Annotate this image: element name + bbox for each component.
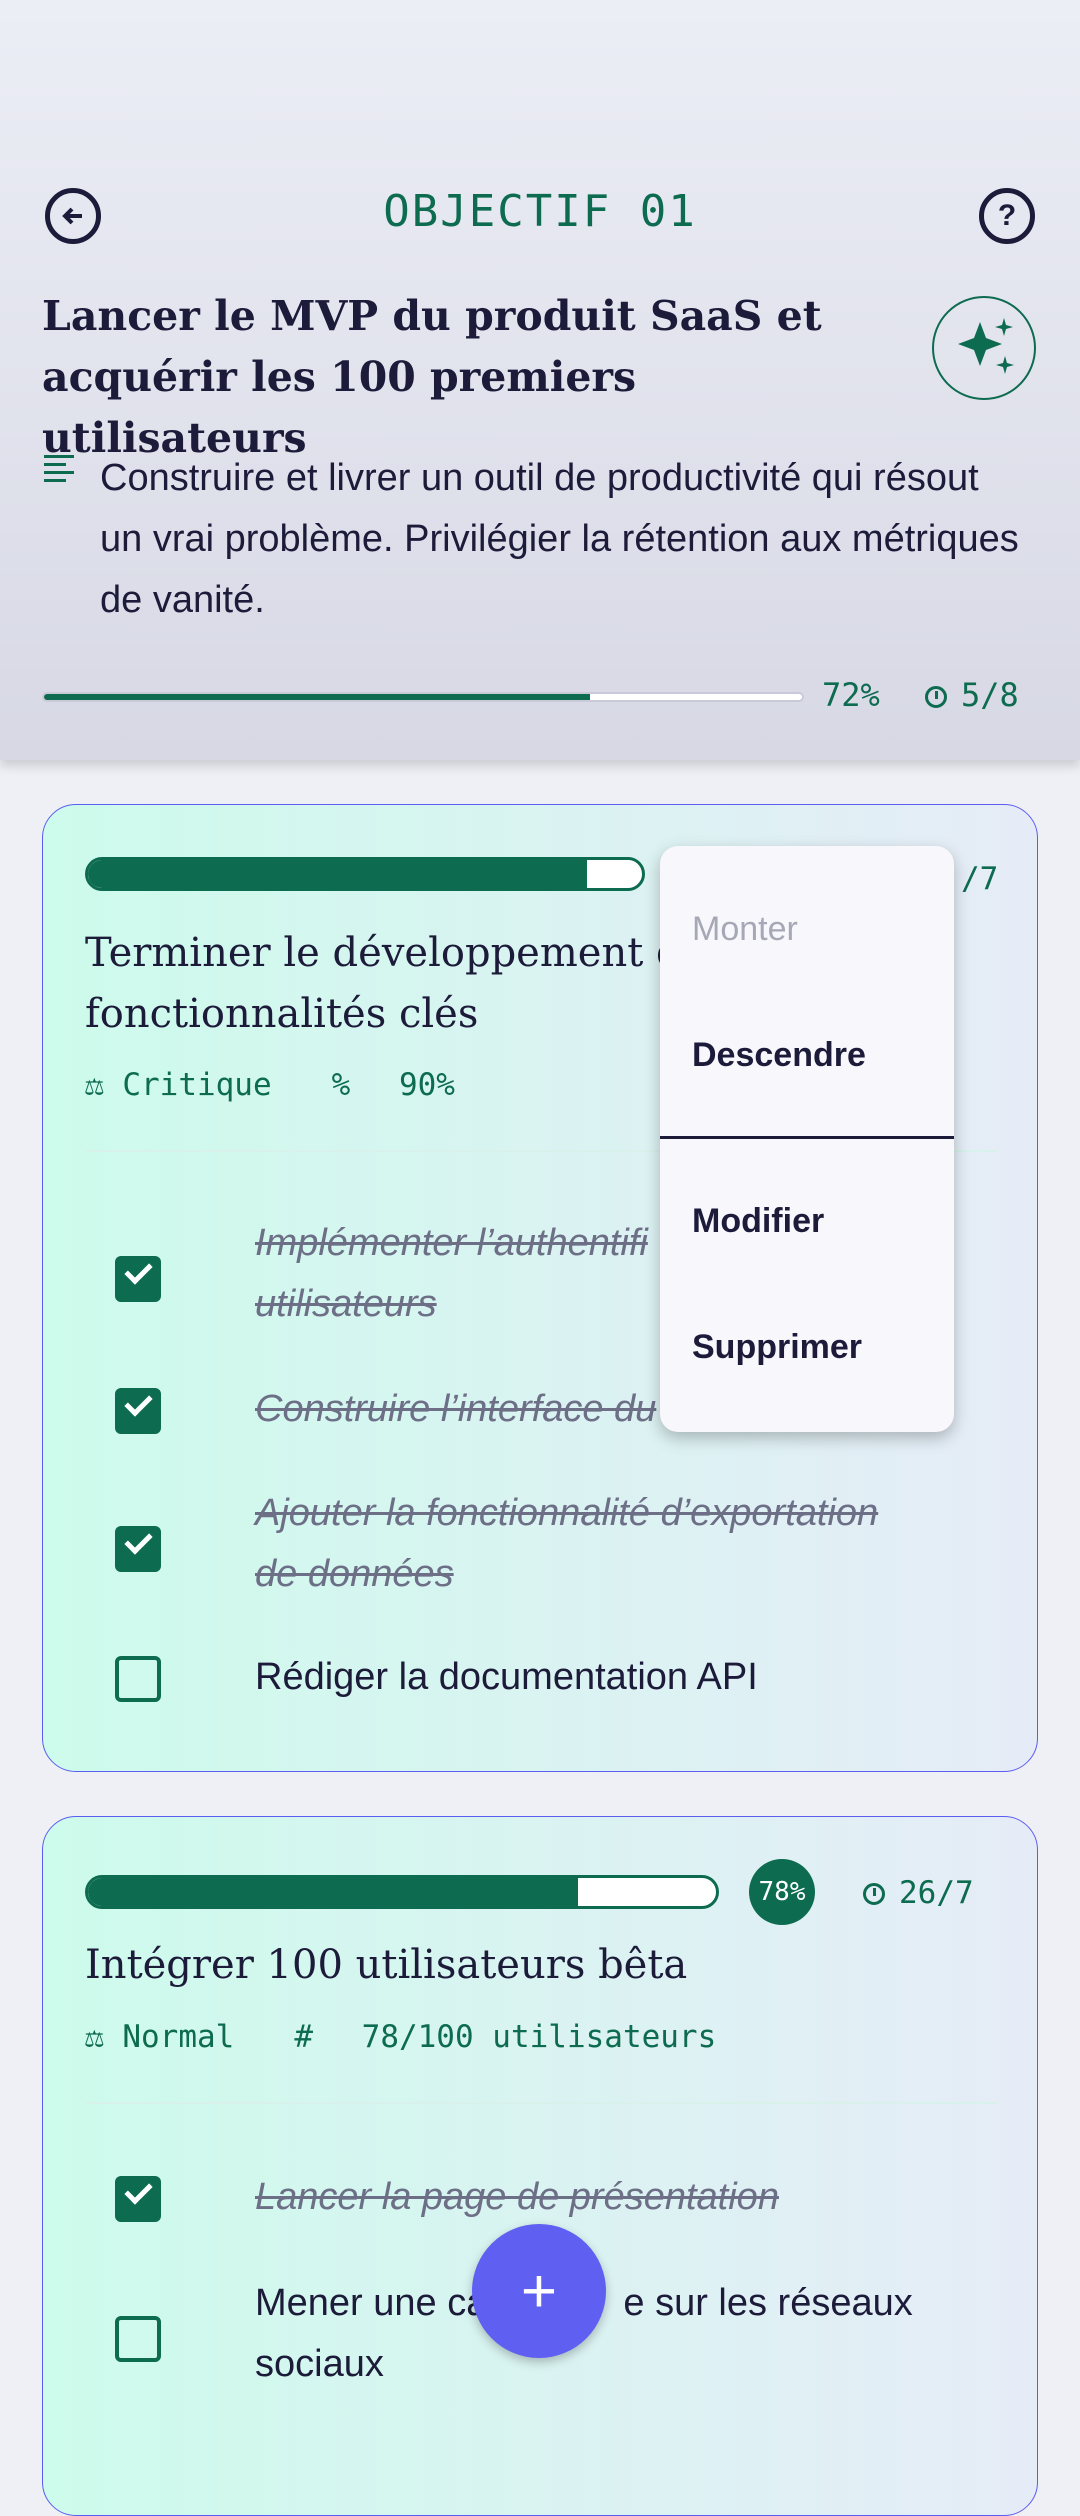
menu-item-monter: Monter bbox=[692, 910, 798, 948]
task-label: Lancer la page de présentation bbox=[255, 2176, 779, 2218]
objective-progress-label: 72% bbox=[822, 676, 880, 714]
key-result-title: Intégrer 100 utilisateurs bêta bbox=[85, 1942, 688, 1988]
task-checkbox[interactable] bbox=[115, 1256, 161, 1302]
key-result-progress-bar bbox=[85, 857, 645, 891]
key-result-count: 26/7 bbox=[863, 1875, 974, 1911]
objective-header: OBJECTIF 01 ? Lancer le MVP du produit S… bbox=[0, 0, 1080, 760]
alarm-icon bbox=[863, 1883, 885, 1905]
key-result-count: /7 bbox=[961, 861, 999, 897]
objective-progress-bar bbox=[42, 692, 804, 702]
task-checkbox[interactable] bbox=[115, 1656, 161, 1702]
objective-description: Construire et livrer un outil de product… bbox=[100, 457, 1019, 621]
task-checkbox[interactable] bbox=[115, 1388, 161, 1434]
help-button[interactable]: ? bbox=[979, 188, 1035, 244]
help-icon: ? bbox=[997, 199, 1017, 232]
key-result-progress-bar bbox=[85, 1875, 719, 1909]
divider bbox=[85, 2102, 997, 2104]
menu-item-supprimer[interactable]: Supprimer bbox=[692, 1328, 862, 1367]
task-checkbox[interactable] bbox=[115, 2176, 161, 2222]
objective-task-count: 5/8 bbox=[925, 676, 1019, 714]
ai-sparkle-button[interactable] bbox=[932, 296, 1036, 400]
sparkle-icon bbox=[958, 318, 1014, 374]
menu-item-descendre[interactable]: Descendre bbox=[692, 1036, 866, 1075]
progress-badge: 78% bbox=[749, 1859, 815, 1925]
key-result-title: Terminer le développement d fonctionnali… bbox=[85, 930, 682, 1037]
key-result-card[interactable]: 78% 26/7 Intégrer 100 utilisateurs bêta … bbox=[42, 1816, 1038, 2516]
key-result-meta: ⚖ Normal # 78/100 utilisateurs bbox=[85, 2019, 776, 2055]
task-label: Rédiger la documentation API bbox=[255, 1656, 758, 1698]
priority-badge: ⚖ Critique bbox=[85, 1067, 272, 1103]
alarm-icon bbox=[925, 686, 947, 708]
task-label: Ajouter la fonctionnalité d’exportation … bbox=[255, 1492, 879, 1595]
menu-item-modifier[interactable]: Modifier bbox=[692, 1202, 824, 1241]
priority-badge: ⚖ Normal bbox=[85, 2019, 235, 2055]
objective-title: Lancer le MVP du produit SaaS et acquéri… bbox=[42, 292, 822, 462]
add-button[interactable]: + bbox=[472, 2224, 606, 2358]
metric-value: % 90% bbox=[331, 1067, 455, 1103]
task-checkbox[interactable] bbox=[115, 2316, 161, 2362]
description-icon bbox=[44, 455, 74, 487]
key-result-meta: ⚖ Critique % 90% bbox=[85, 1067, 515, 1103]
page-title: OBJECTIF 01 bbox=[383, 186, 697, 237]
menu-divider bbox=[660, 1136, 954, 1139]
task-label: Mener une ca e sur les réseaux sociaux bbox=[255, 2282, 913, 2385]
metric-value: # 78/100 utilisateurs bbox=[294, 2019, 717, 2055]
task-checkbox[interactable] bbox=[115, 1526, 161, 1572]
context-menu: Monter Descendre Modifier Supprimer bbox=[660, 846, 954, 1432]
